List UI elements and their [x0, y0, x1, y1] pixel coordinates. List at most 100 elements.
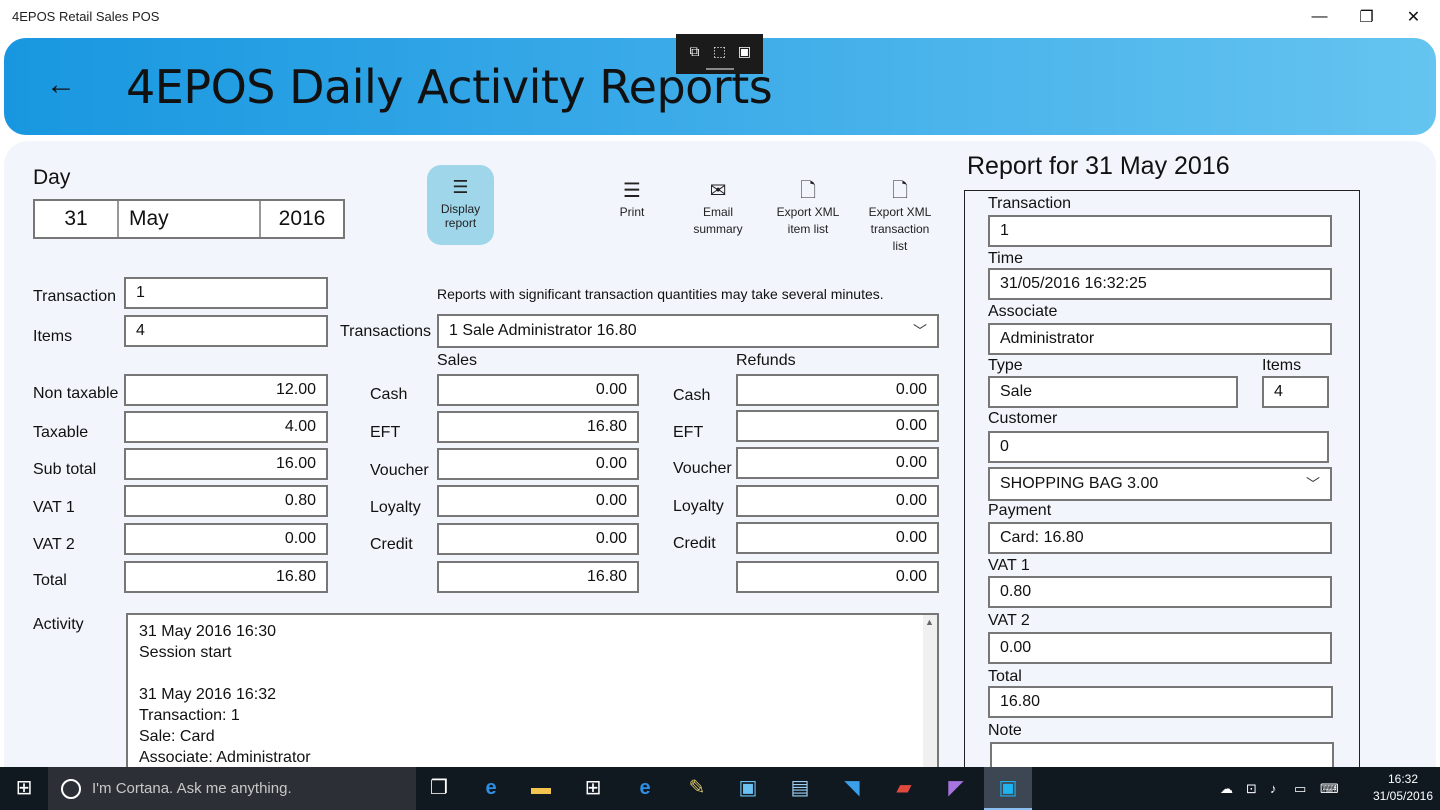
report-vat1-field[interactable]: 0.80: [988, 576, 1332, 608]
4epos-icon[interactable]: ▣: [984, 767, 1032, 810]
envelope-icon: ✉: [709, 180, 727, 202]
edge-icon[interactable]: e: [467, 767, 515, 810]
sales-header: Sales: [437, 352, 478, 369]
report-line-items-dropdown[interactable]: SHOPPING BAG 3.00 ﹀: [988, 467, 1332, 501]
vat2-label: VAT 2: [33, 536, 75, 553]
transaction-count-field: 1: [124, 277, 328, 309]
report-vat2-field[interactable]: 0.00: [988, 632, 1332, 664]
capture-toolbar: ⧉ ⬚ ▣: [676, 34, 763, 74]
maximize-button[interactable]: ❐: [1343, 0, 1390, 34]
items-count-field: 4: [124, 315, 328, 347]
cortana-placeholder: I'm Cortana. Ask me anything.: [92, 780, 292, 797]
report-associate-field[interactable]: Administrator: [988, 323, 1332, 355]
refunds-total-field: 0.00: [736, 561, 939, 593]
report-transaction-field[interactable]: 1: [988, 215, 1332, 247]
fullscreen-capture-icon[interactable]: ▣: [735, 43, 755, 60]
export-xml-item-list-button[interactable]: 🗋 Export XML item list: [770, 176, 846, 238]
scroll-up-icon[interactable]: ▲: [925, 617, 934, 627]
day-field[interactable]: 31: [35, 201, 119, 237]
report-items-field[interactable]: 4: [1262, 376, 1329, 408]
activity-log[interactable]: 31 May 2016 16:30 Session start 31 May 2…: [126, 613, 939, 773]
report-type-field[interactable]: Sale: [988, 376, 1238, 408]
report-time-field[interactable]: 31/05/2016 16:32:25: [988, 268, 1332, 300]
internet-explorer-icon[interactable]: e: [621, 767, 669, 810]
chevron-down-icon: ﹀: [913, 323, 927, 339]
system-clock[interactable]: 16:32 31/05/2016: [1370, 771, 1436, 805]
clock-time: 16:32: [1387, 772, 1419, 786]
keyboard-icon[interactable]: ⌨: [1320, 767, 1339, 810]
report-transaction-label: Transaction: [988, 195, 1071, 212]
pdf-icon[interactable]: ▰: [880, 767, 928, 810]
sales-eft-label: EFT: [370, 424, 401, 441]
transactions-dropdown-value: 1 Sale Administrator 16.80: [449, 322, 637, 339]
paint-icon[interactable]: ✎: [673, 767, 721, 810]
transaction-label: Transaction: [33, 288, 116, 305]
export-file-icon: 🗋: [891, 180, 909, 202]
sales-voucher-field: 0.00: [437, 448, 639, 480]
image-app-icon[interactable]: ▤: [776, 767, 824, 810]
report-total-label: Total: [988, 668, 1022, 685]
refunds-credit-label: Credit: [673, 535, 716, 552]
file-explorer-icon[interactable]: ▬: [517, 767, 565, 810]
vat2-field: 0.00: [124, 523, 328, 555]
year-field[interactable]: 2016: [261, 201, 343, 237]
month-field[interactable]: May: [119, 201, 261, 237]
minimize-button[interactable]: —: [1296, 0, 1343, 34]
close-button[interactable]: ✕: [1390, 0, 1437, 34]
task-view-icon[interactable]: ❐: [415, 767, 463, 810]
export-xml-item-list-label: Export XML item list: [776, 205, 840, 236]
onedrive-icon[interactable]: ☁: [1220, 767, 1233, 810]
vat1-field: 0.80: [124, 485, 328, 517]
performance-notice: Reports with significant transaction qua…: [437, 286, 884, 302]
cortana-icon: [61, 779, 81, 799]
select-region-icon[interactable]: ⬚: [710, 43, 730, 60]
refunds-credit-field: 0.00: [736, 522, 939, 554]
refunds-eft-label: EFT: [673, 424, 704, 441]
back-button[interactable]: ←: [46, 70, 86, 100]
volume-icon[interactable]: ♪: [1270, 767, 1277, 810]
app-icon[interactable]: ▣: [724, 767, 772, 810]
sales-cash-field: 0.00: [437, 374, 639, 406]
activity-label: Activity: [33, 616, 84, 633]
cortana-search[interactable]: I'm Cortana. Ask me anything.: [48, 767, 416, 810]
sales-eft-field: 16.80: [437, 411, 639, 443]
windows-start-icon[interactable]: ⊞: [0, 767, 48, 810]
capture-mode-icon[interactable]: ⧉: [685, 43, 705, 60]
items-label: Items: [33, 328, 73, 345]
activity-line: Transaction: 1: [139, 707, 240, 724]
report-time-label: Time: [988, 250, 1023, 267]
day-label: Day: [33, 166, 71, 189]
email-summary-button[interactable]: ✉ Email summary: [684, 176, 752, 238]
sub-total-field: 16.00: [124, 448, 328, 480]
export-file-icon: 🗋: [799, 180, 817, 202]
report-payment-field[interactable]: Card: 16.80: [988, 522, 1332, 554]
action-center-icon[interactable]: ▭: [1294, 767, 1306, 810]
refunds-cash-field: 0.00: [736, 374, 939, 406]
report-line-item-value: SHOPPING BAG 3.00: [1000, 475, 1159, 492]
activity-line: 31 May 2016 16:30: [139, 623, 276, 640]
capture-indicator: [706, 68, 734, 70]
refunds-voucher-label: Voucher: [673, 460, 732, 477]
report-customer-field[interactable]: 0: [988, 431, 1329, 463]
transactions-label: Transactions: [340, 323, 431, 340]
vscode-icon[interactable]: ◥: [828, 767, 876, 810]
chevron-down-icon: ﹀: [1306, 476, 1320, 492]
non-taxable-field: 12.00: [124, 374, 328, 406]
network-icon[interactable]: ⊡: [1246, 767, 1257, 810]
report-title: Report for 31 May 2016: [967, 152, 1230, 180]
window-titlebar: 4EPOS Retail Sales POS — ❐ ✕: [0, 0, 1440, 34]
display-report-label: Display report: [440, 202, 481, 230]
export-xml-transaction-list-button[interactable]: 🗋 Export XML transaction list: [862, 176, 938, 255]
activity-scrollbar[interactable]: ▲: [923, 615, 937, 771]
clock-date: 31/05/2016: [1372, 789, 1434, 803]
print-icon: ☰: [623, 180, 641, 202]
visual-studio-icon[interactable]: ◤: [932, 767, 980, 810]
print-button[interactable]: ☰ Print: [604, 176, 660, 221]
transactions-dropdown[interactable]: 1 Sale Administrator 16.80 ﹀: [437, 314, 939, 348]
date-picker[interactable]: 31 May 2016: [33, 199, 345, 239]
report-total-field[interactable]: 16.80: [988, 686, 1333, 718]
refunds-header: Refunds: [736, 352, 796, 369]
store-icon[interactable]: ⊞: [569, 767, 617, 810]
display-report-button[interactable]: ☰ Display report: [427, 165, 494, 245]
activity-line: [139, 663, 311, 684]
